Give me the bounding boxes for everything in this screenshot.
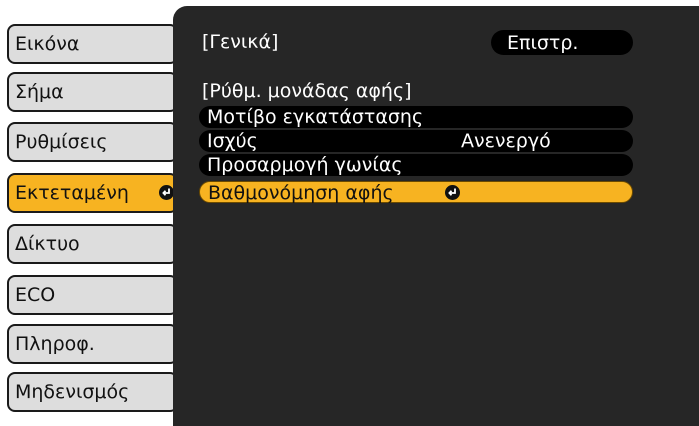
sidebar-item-label: Μηδενισμός (15, 381, 130, 403)
sidebar-item-label: Ρυθμίσεις (15, 131, 108, 153)
breadcrumb: [Γενικά] (202, 31, 279, 53)
back-button[interactable]: Επιστρ. (491, 30, 633, 55)
sidebar-item-label: Εικόνα (15, 33, 80, 55)
enter-icon (445, 185, 460, 200)
sidebar-item-image[interactable]: Εικόνα (7, 24, 178, 64)
row-value: Ανενεργό (461, 130, 551, 152)
enter-icon (159, 185, 174, 200)
sidebar-item-network[interactable]: Δίκτυο (7, 224, 178, 264)
row-label: Μοτίβο εγκατάστασης (207, 106, 424, 128)
main-panel (173, 6, 699, 426)
sidebar-item-label: Πληροφ. (15, 333, 95, 355)
sidebar-item-reset[interactable]: Μηδενισμός (7, 372, 178, 412)
sidebar-item-label: Εκτεταμένη (15, 182, 129, 204)
menu-row-touch-calibration[interactable]: Βαθμονόμηση αφής (199, 181, 633, 204)
sidebar-item-label: ECO (15, 284, 56, 306)
sidebar-item-label: Δίκτυο (15, 233, 80, 255)
row-label: Προσαρμογή γωνίας (207, 154, 403, 176)
projector-menu: Εικόνα Σήμα Ρυθμίσεις Εκτεταμένη Δίκτυο … (0, 0, 699, 426)
section-title: [Ρύθμ. μονάδας αφής] (202, 80, 412, 102)
sidebar-item-settings[interactable]: Ρυθμίσεις (7, 122, 178, 162)
menu-row-angle-adjust[interactable]: Προσαρμογή γωνίας (199, 154, 633, 176)
menu-row-install-pattern[interactable]: Μοτίβο εγκατάστασης (199, 106, 633, 128)
sidebar-item-eco[interactable]: ECO (7, 275, 178, 315)
row-label: Ισχύς (207, 130, 258, 152)
sidebar-item-extended[interactable]: Εκτεταμένη (7, 173, 178, 213)
menu-row-power[interactable]: Ισχύς Ανενεργό (199, 130, 633, 152)
sidebar-item-info[interactable]: Πληροφ. (7, 324, 178, 364)
back-button-label: Επιστρ. (507, 31, 579, 54)
sidebar-item-label: Σήμα (15, 81, 64, 103)
row-label: Βαθμονόμηση αφής (208, 182, 394, 204)
sidebar-item-signal[interactable]: Σήμα (7, 72, 178, 112)
